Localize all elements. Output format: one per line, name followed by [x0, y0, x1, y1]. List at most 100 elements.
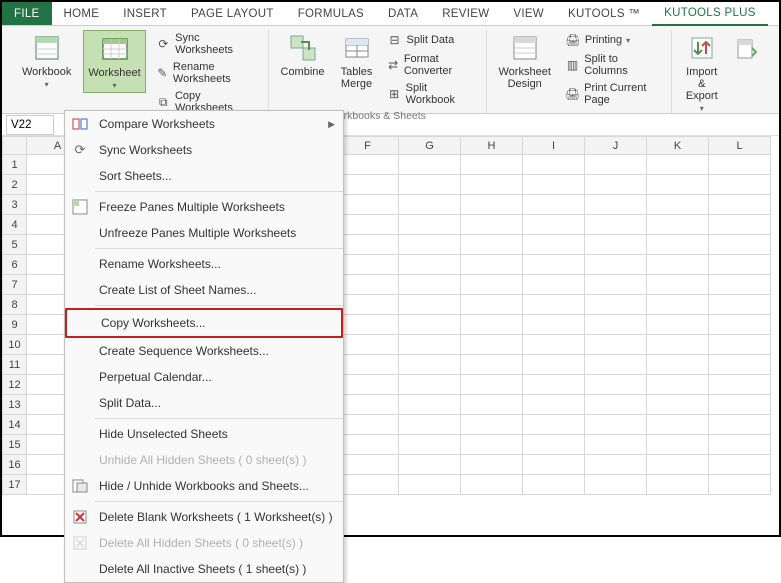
- cell[interactable]: [709, 315, 771, 335]
- cell[interactable]: [709, 235, 771, 255]
- cell[interactable]: [647, 195, 709, 215]
- cell[interactable]: [399, 275, 461, 295]
- row-header[interactable]: 17: [3, 475, 27, 495]
- cell[interactable]: [709, 475, 771, 495]
- cell[interactable]: [461, 395, 523, 415]
- menu-delete-blank[interactable]: Delete Blank Worksheets ( 1 Worksheet(s)…: [65, 504, 343, 530]
- col-header[interactable]: L: [709, 137, 771, 155]
- row-header[interactable]: 8: [3, 295, 27, 315]
- cell[interactable]: [709, 435, 771, 455]
- cell[interactable]: [461, 355, 523, 375]
- cell[interactable]: [709, 275, 771, 295]
- printing-button[interactable]: 🖨 Printing ▾: [563, 30, 664, 50]
- cell[interactable]: [337, 355, 399, 375]
- row-header[interactable]: 9: [3, 315, 27, 335]
- cell[interactable]: [523, 215, 585, 235]
- cell[interactable]: [647, 175, 709, 195]
- row-header[interactable]: 13: [3, 395, 27, 415]
- cell[interactable]: [337, 375, 399, 395]
- cell[interactable]: [461, 235, 523, 255]
- cell[interactable]: [399, 395, 461, 415]
- cell[interactable]: [399, 475, 461, 495]
- combine-button[interactable]: Combine: [277, 30, 329, 80]
- tab-kutools[interactable]: KUTOOLS ™: [556, 2, 652, 25]
- row-header[interactable]: 5: [3, 235, 27, 255]
- cell[interactable]: [337, 415, 399, 435]
- cell[interactable]: [647, 415, 709, 435]
- cell[interactable]: [337, 315, 399, 335]
- cell[interactable]: [461, 215, 523, 235]
- menu-unfreeze-panes[interactable]: Unfreeze Panes Multiple Worksheets: [65, 220, 343, 246]
- cell[interactable]: [461, 175, 523, 195]
- cell[interactable]: [647, 155, 709, 175]
- cell[interactable]: [585, 275, 647, 295]
- col-header[interactable]: G: [399, 137, 461, 155]
- menu-delete-inactive[interactable]: Delete All Inactive Sheets ( 1 sheet(s) …: [65, 556, 343, 582]
- cell[interactable]: [647, 215, 709, 235]
- cell[interactable]: [461, 255, 523, 275]
- cell[interactable]: [399, 155, 461, 175]
- cell[interactable]: [523, 455, 585, 475]
- menu-sort-sheets[interactable]: Sort Sheets...: [65, 163, 343, 189]
- cell[interactable]: [523, 195, 585, 215]
- menu-freeze-panes[interactable]: Freeze Panes Multiple Worksheets: [65, 194, 343, 220]
- row-header[interactable]: 15: [3, 435, 27, 455]
- cell[interactable]: [585, 295, 647, 315]
- cell[interactable]: [709, 195, 771, 215]
- cell[interactable]: [461, 475, 523, 495]
- cell[interactable]: [709, 415, 771, 435]
- cell[interactable]: [585, 195, 647, 215]
- name-box[interactable]: [6, 115, 54, 135]
- worksheet-button[interactable]: Worksheet ▾: [83, 30, 145, 93]
- cell[interactable]: [523, 415, 585, 435]
- split-data-button[interactable]: ⊟ Split Data: [385, 30, 478, 50]
- menu-sync-worksheets[interactable]: ⟳ Sync Worksheets: [65, 137, 343, 163]
- row-header[interactable]: 6: [3, 255, 27, 275]
- cell[interactable]: [585, 175, 647, 195]
- sync-worksheets-button[interactable]: ⟳ Sync Worksheets: [154, 30, 260, 58]
- format-converter-button[interactable]: ⇄ Format Converter: [385, 51, 478, 79]
- col-header[interactable]: K: [647, 137, 709, 155]
- cell[interactable]: [523, 475, 585, 495]
- menu-hide-unhide-workbooks[interactable]: Hide / Unhide Workbooks and Sheets...: [65, 473, 343, 499]
- cell[interactable]: [647, 455, 709, 475]
- tab-insert[interactable]: INSERT: [111, 2, 179, 25]
- tab-home[interactable]: HOME: [52, 2, 112, 25]
- cell[interactable]: [461, 275, 523, 295]
- cell[interactable]: [337, 255, 399, 275]
- cell[interactable]: [461, 455, 523, 475]
- cell[interactable]: [461, 195, 523, 215]
- menu-split-data[interactable]: Split Data...: [65, 390, 343, 416]
- cell[interactable]: [399, 195, 461, 215]
- cell[interactable]: [647, 295, 709, 315]
- cell[interactable]: [523, 395, 585, 415]
- menu-perpetual-calendar[interactable]: Perpetual Calendar...: [65, 364, 343, 390]
- cell[interactable]: [337, 475, 399, 495]
- cell[interactable]: [461, 335, 523, 355]
- menu-compare-worksheets[interactable]: Compare Worksheets ▶: [65, 111, 343, 137]
- cell[interactable]: [523, 435, 585, 455]
- tab-data[interactable]: DATA: [376, 2, 430, 25]
- cell[interactable]: [461, 375, 523, 395]
- cell[interactable]: [337, 275, 399, 295]
- cell[interactable]: [709, 295, 771, 315]
- cell[interactable]: [399, 455, 461, 475]
- cell[interactable]: [709, 255, 771, 275]
- cell[interactable]: [461, 415, 523, 435]
- tab-file[interactable]: FILE: [2, 2, 52, 25]
- menu-create-sequence[interactable]: Create Sequence Worksheets...: [65, 338, 343, 364]
- cell[interactable]: [337, 155, 399, 175]
- cell[interactable]: [709, 155, 771, 175]
- cell[interactable]: [523, 335, 585, 355]
- cell[interactable]: [647, 315, 709, 335]
- row-header[interactable]: 2: [3, 175, 27, 195]
- tab-formulas[interactable]: FORMULAS: [286, 2, 376, 25]
- cell[interactable]: [337, 175, 399, 195]
- worksheet-design-button[interactable]: Worksheet Design: [495, 30, 555, 92]
- menu-create-list[interactable]: Create List of Sheet Names...: [65, 277, 343, 303]
- cell[interactable]: [585, 435, 647, 455]
- cell[interactable]: [523, 175, 585, 195]
- cell[interactable]: [461, 295, 523, 315]
- row-header[interactable]: 12: [3, 375, 27, 395]
- cell[interactable]: [647, 355, 709, 375]
